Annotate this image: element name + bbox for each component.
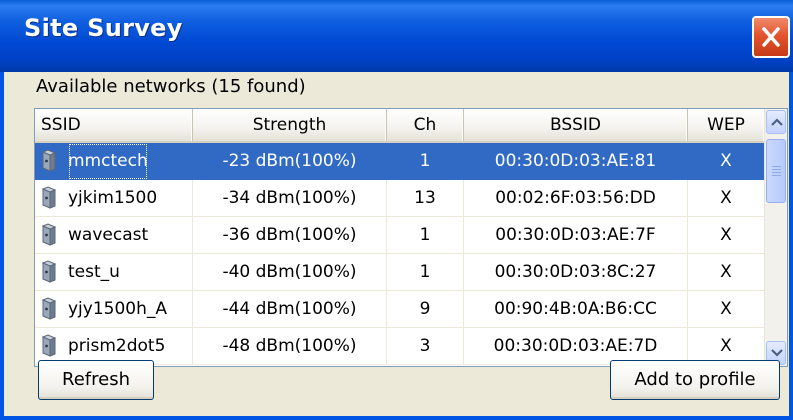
networks-found-caption: Available networks (15 found) [36,76,306,97]
cell-channel: 13 [387,180,464,217]
cell-ssid: yjkim1500 [35,180,193,217]
cell-strength: -23 dBm(100%) [193,143,387,180]
table-row[interactable]: yjy1500h_A -44 dBm(100%) 9 00:90:4B:0A:B6:C… [35,291,765,328]
networks-list[interactable]: SSID Strength Ch BSSID WEP mmctech -23 dB… [34,108,788,367]
cell-channel: 1 [387,143,464,180]
window-title: Site Survey [24,14,183,42]
cell-wep: X [688,180,765,217]
cell-channel: 9 [387,291,464,328]
cell-channel: 1 [387,254,464,291]
cell-channel: 3 [387,328,464,365]
title-bar[interactable]: Site Survey [0,0,793,72]
cell-ssid: wavecast [35,217,193,254]
cell-ssid: test_u [35,254,193,291]
column-header-bssid[interactable]: BSSID [464,109,688,141]
cell-strength: -48 dBm(100%) [193,328,387,365]
site-survey-window: Site Survey Available networks (15 found… [0,0,793,420]
access-point-icon [40,260,60,284]
access-point-icon [40,334,60,358]
close-button[interactable] [752,16,790,58]
access-point-icon [40,186,60,210]
vertical-scrollbar[interactable] [764,109,787,366]
cell-bssid: 00:30:0D:03:AE:7F [464,217,688,254]
ssid-text: mmctech [68,143,148,179]
ssid-text: test_u [68,261,120,282]
cell-bssid: 00:02:6F:03:56:DD [464,180,688,217]
dialog-body: Available networks (15 found) SSID Stren… [4,72,789,416]
cell-strength: -34 dBm(100%) [193,180,387,217]
cell-bssid: 00:90:4B:0A:B6:CC [464,291,688,328]
access-point-icon [40,223,60,247]
cell-strength: -36 dBm(100%) [193,217,387,254]
access-point-icon [40,149,60,173]
column-header-ssid[interactable]: SSID [35,109,193,141]
scroll-up-button[interactable] [766,110,786,134]
cell-wep: X [688,143,765,180]
cell-wep: X [688,217,765,254]
column-header-channel[interactable]: Ch [387,109,464,141]
cell-ssid: yjy1500h_A [35,291,193,328]
table-row[interactable]: mmctech -23 dBm(100%) 1 00:30:0D:03:AE:81 X [35,143,765,180]
ssid-text: wavecast [68,224,149,245]
add-to-profile-button[interactable]: Add to profile [610,360,780,400]
cell-bssid: 00:30:0D:03:AE:81 [464,143,688,180]
cell-ssid: mmctech [35,143,193,180]
ssid-text: yjy1500h_A [68,298,168,319]
access-point-icon [40,297,60,321]
column-header-strength[interactable]: Strength [193,109,387,141]
ssid-text: yjkim1500 [68,187,158,208]
cell-strength: -44 dBm(100%) [193,291,387,328]
scroll-thumb[interactable] [766,139,786,203]
table-row[interactable]: wavecast -36 dBm(100%) 1 00:30:0D:03:AE:7F X [35,217,765,254]
cell-bssid: 00:30:0D:03:8C:27 [464,254,688,291]
column-header-wep[interactable]: WEP [688,109,765,141]
cell-wep: X [688,291,765,328]
table-row[interactable]: test_u -40 dBm(100%) 1 00:30:0D:03:8C:27 X [35,254,765,291]
cell-channel: 1 [387,217,464,254]
cell-wep: X [688,254,765,291]
refresh-button[interactable]: Refresh [38,360,154,400]
cell-strength: -40 dBm(100%) [193,254,387,291]
table-row[interactable]: yjkim1500 -34 dBm(100%) 13 00:02:6F:03:56:D… [35,180,765,217]
list-header: SSID Strength Ch BSSID WEP [35,109,765,143]
list-rows: mmctech -23 dBm(100%) 1 00:30:0D:03:AE:81 Xy… [35,143,765,365]
